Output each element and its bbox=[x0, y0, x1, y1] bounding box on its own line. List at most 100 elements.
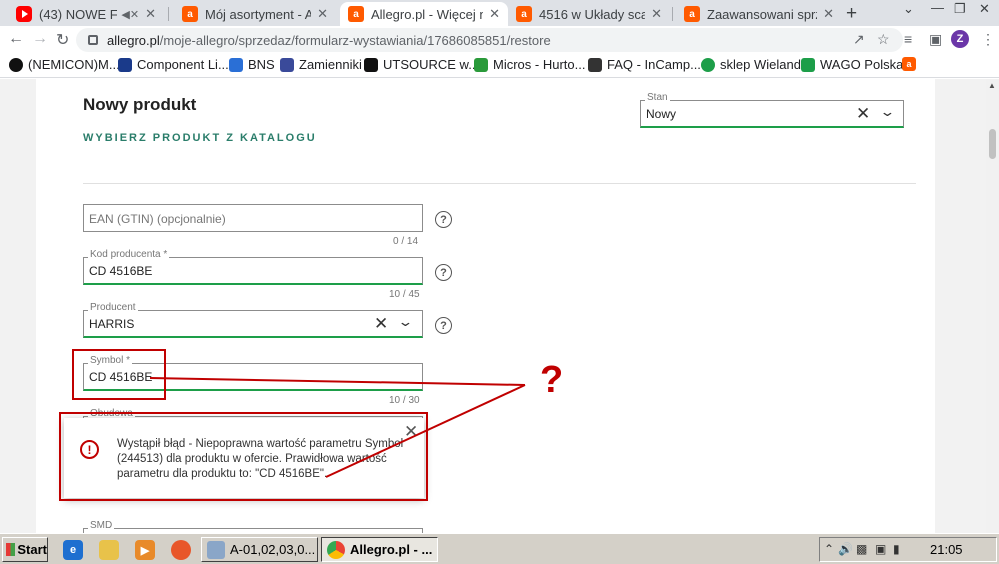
security-icon[interactable]: ▮ bbox=[893, 542, 900, 556]
back-icon[interactable]: ← bbox=[8, 30, 24, 48]
tab-title: Zaawansowani sprzeda bbox=[707, 6, 817, 22]
firefox-icon[interactable] bbox=[171, 540, 191, 560]
minimize-icon[interactable]: — bbox=[931, 0, 944, 15]
scrollbar-thumb[interactable] bbox=[989, 129, 996, 159]
annotation-question-mark: ? bbox=[540, 359, 564, 401]
bookmark-favicon-icon bbox=[364, 57, 378, 72]
bookmark-favicon-icon bbox=[9, 57, 23, 72]
tray-expand-icon[interactable]: ⌃ bbox=[824, 542, 834, 556]
tab-title: (43) NOWE FAKTY! bbox=[39, 6, 118, 22]
bookmark-favicon-icon bbox=[801, 57, 815, 72]
bookmarks-bar: (NEMICON)M... Component Li... BNS Zamien… bbox=[0, 54, 999, 78]
media-player-icon[interactable]: ▶ bbox=[135, 540, 155, 560]
bookmark-label: UTSOURCE w... bbox=[383, 57, 480, 72]
bookmark-label: Zamienniki bbox=[299, 57, 362, 72]
close-tab-icon[interactable]: ✕ bbox=[651, 6, 662, 22]
tab-uklady-scalone[interactable]: a 4516 w Układy scalone ✕ bbox=[508, 2, 670, 26]
new-tab-icon[interactable]: + bbox=[846, 3, 857, 25]
annotation-lines bbox=[149, 377, 526, 478]
close-tab-icon[interactable]: ✕ bbox=[145, 6, 156, 22]
browser-toolbar: ← → ↻ allegro.pl /moje-allegro/sprzedaz/… bbox=[0, 26, 999, 54]
close-window-icon[interactable]: ✕ bbox=[979, 1, 990, 17]
page-viewport: Nowy produkt WYBIERZ PRODUKT Z KATALOGU … bbox=[0, 79, 999, 533]
lock-icon bbox=[88, 35, 98, 45]
bookmark-item[interactable]: Micros - Hurto... bbox=[474, 57, 585, 72]
profile-avatar[interactable]: Z bbox=[951, 30, 969, 48]
bookmark-label: sklep Wieland bbox=[720, 57, 801, 72]
tab-strip: (43) NOWE FAKTY! ◀✕ ✕ a Mój asortyment -… bbox=[0, 0, 999, 26]
reload-icon[interactable]: ↻ bbox=[56, 30, 69, 50]
tab-allegro-active[interactable]: a Allegro.pl - Więcej niż zak ✕ bbox=[340, 2, 508, 26]
menu-kebab-icon[interactable]: ⋮ bbox=[981, 31, 995, 48]
bookmark-item[interactable]: sklep Wieland bbox=[701, 57, 801, 72]
bookmark-item[interactable]: Component Li... bbox=[118, 57, 229, 72]
url-host: allegro.pl bbox=[107, 32, 160, 48]
bookmark-label: (NEMICON)M... bbox=[28, 57, 120, 72]
bookmark-item[interactable]: BNS bbox=[229, 57, 275, 72]
taskbar-button-label: A-01,02,03,0... bbox=[230, 542, 316, 557]
bookmark-allegro-icon[interactable]: a bbox=[902, 57, 921, 71]
close-tab-icon[interactable]: ✕ bbox=[823, 6, 834, 22]
bookmark-item[interactable]: UTSOURCE w... bbox=[364, 57, 479, 72]
tab-search-chevron-icon[interactable]: ⌄ bbox=[903, 1, 914, 17]
allegro-icon: a bbox=[902, 57, 916, 71]
start-button[interactable]: Start bbox=[2, 537, 48, 562]
start-label: Start bbox=[17, 542, 47, 557]
reading-list-icon[interactable]: ≡ bbox=[904, 31, 912, 47]
allegro-icon: a bbox=[348, 6, 364, 22]
bookmark-favicon-icon bbox=[229, 57, 243, 72]
tray-app-icon[interactable]: ▣ bbox=[875, 542, 886, 556]
side-panel-icon[interactable]: ▣ bbox=[929, 31, 942, 48]
allegro-icon: a bbox=[182, 6, 198, 22]
bookmark-favicon-icon bbox=[280, 57, 294, 72]
folder-tools-icon bbox=[207, 540, 225, 559]
chrome-icon bbox=[327, 540, 345, 559]
bookmark-favicon-icon bbox=[588, 57, 602, 72]
bookmark-label: FAQ - InCamp... bbox=[607, 57, 701, 72]
bookmark-item[interactable]: (NEMICON)M... bbox=[9, 57, 120, 72]
volume-icon[interactable]: 🔊 bbox=[838, 542, 853, 556]
annotation-line bbox=[325, 384, 526, 478]
tab-title: 4516 w Układy scalone bbox=[539, 6, 646, 22]
address-bar[interactable]: allegro.pl /moje-allegro/sprzedaz/formul… bbox=[76, 28, 903, 52]
allegro-icon: a bbox=[516, 6, 532, 22]
tab-title: Mój asortyment - Allegro bbox=[205, 6, 312, 22]
bookmark-item[interactable]: Zamienniki bbox=[280, 57, 362, 72]
bookmark-favicon-icon bbox=[118, 57, 132, 72]
mute-icon[interactable]: ◀✕ bbox=[121, 8, 139, 21]
taskbar-button-explorer[interactable]: A-01,02,03,0... bbox=[201, 537, 318, 562]
annotation-line bbox=[149, 377, 526, 386]
bookmark-star-icon[interactable]: ☆ bbox=[877, 31, 890, 48]
system-tray: ⌃ 🔊 ▩ ▣ ▮ 21:05 bbox=[819, 537, 997, 562]
close-tab-icon[interactable]: ✕ bbox=[489, 6, 500, 22]
youtube-icon bbox=[16, 6, 32, 22]
taskbar: Start e ▶ A-01,02,03,0... Allegro.pl - .… bbox=[0, 533, 999, 564]
system-clock: 21:05 bbox=[930, 542, 963, 557]
restore-icon[interactable]: ❐ bbox=[954, 1, 966, 17]
bookmark-label: Component Li... bbox=[137, 57, 229, 72]
bookmark-label: BNS bbox=[248, 57, 275, 72]
windows-logo-icon bbox=[6, 543, 16, 556]
taskbar-button-chrome[interactable]: Allegro.pl - ... bbox=[321, 537, 438, 562]
file-explorer-icon[interactable] bbox=[99, 540, 119, 560]
scroll-up-icon[interactable]: ▲ bbox=[988, 81, 996, 90]
internet-explorer-icon[interactable]: e bbox=[63, 540, 83, 560]
network-icon[interactable]: ▩ bbox=[856, 542, 867, 556]
tab-moj-asortyment[interactable]: a Mój asortyment - Allegro ✕ bbox=[174, 2, 336, 26]
bookmark-label: WAGO Polska bbox=[820, 57, 904, 72]
close-tab-icon[interactable]: ✕ bbox=[317, 6, 328, 22]
bookmark-favicon-icon bbox=[701, 57, 715, 72]
bookmark-label: Micros - Hurto... bbox=[493, 57, 586, 72]
tab-separator bbox=[672, 7, 673, 21]
url-path: /moje-allegro/sprzedaz/formularz-wystawi… bbox=[159, 32, 551, 48]
allegro-icon: a bbox=[684, 6, 700, 22]
bookmark-favicon-icon bbox=[474, 57, 488, 72]
forward-icon[interactable]: → bbox=[32, 30, 48, 48]
bookmark-item[interactable]: WAGO Polska bbox=[801, 57, 903, 72]
tab-youtube[interactable]: (43) NOWE FAKTY! ◀✕ ✕ bbox=[8, 2, 164, 26]
bookmark-item[interactable]: FAQ - InCamp... bbox=[588, 57, 701, 72]
share-icon[interactable]: ↗ bbox=[853, 31, 865, 48]
taskbar-button-label: Allegro.pl - ... bbox=[350, 542, 433, 557]
tab-zaawansowani[interactable]: a Zaawansowani sprzeda ✕ bbox=[676, 2, 842, 26]
tab-title: Allegro.pl - Więcej niż zak bbox=[371, 6, 484, 22]
